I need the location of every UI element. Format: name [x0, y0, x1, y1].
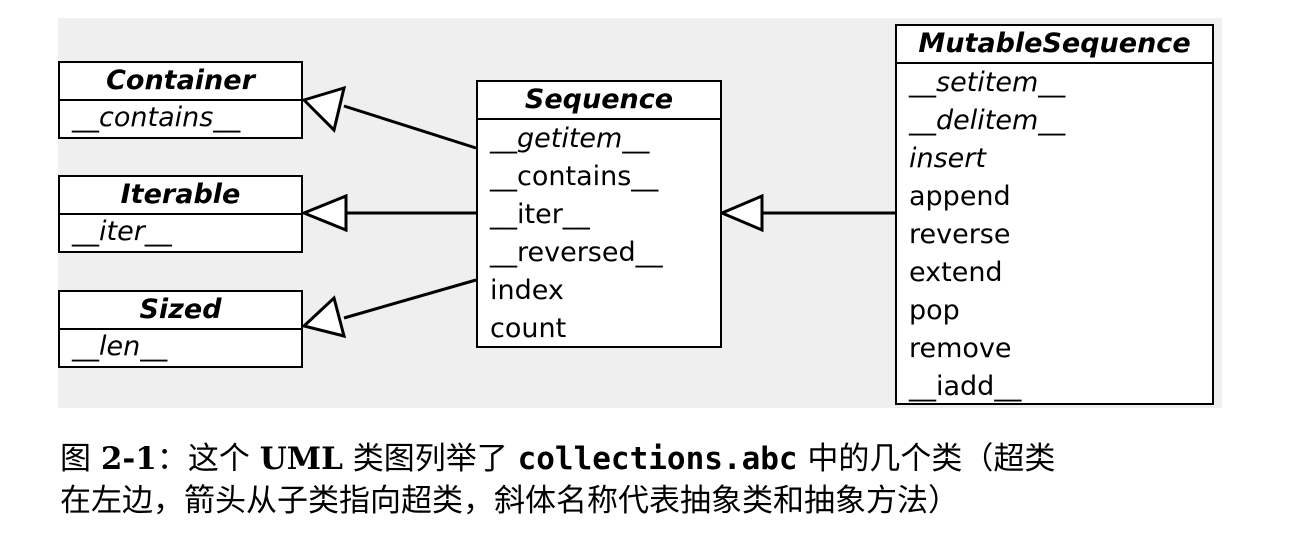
method-len: __len__ — [72, 331, 168, 362]
caption-module-name: collections.abc — [517, 441, 798, 477]
caption-colon-text: ：这个 — [156, 441, 260, 477]
class-title-sequence: Sequence — [478, 82, 720, 120]
class-box-sequence: Sequence __getitem__ __contains__ __iter… — [476, 80, 722, 348]
caption-middle: 类图列举了 — [342, 441, 518, 477]
caption-figure-number: 2-1 — [100, 441, 157, 477]
class-title-iterable: Iterable — [60, 177, 301, 215]
caption-prefix: 图 — [60, 441, 101, 477]
class-box-container: Container __contains__ — [58, 61, 303, 139]
arrow-line-sequence-container — [343, 104, 477, 150]
method-reverse: reverse — [909, 219, 1011, 250]
arrowhead-iterable — [300, 193, 348, 233]
method-reversed: __reversed__ — [490, 237, 663, 268]
method-setitem: __setitem__ — [909, 67, 1066, 98]
class-box-mutable-sequence: MutableSequence __setitem__ __delitem__ … — [895, 24, 1214, 405]
class-members-mutable-sequence: __setitem__ __delitem__ insert append re… — [897, 64, 1212, 406]
class-title-container: Container — [60, 63, 301, 101]
caption-uml: UML — [259, 441, 343, 477]
method-append: append — [909, 181, 1011, 212]
method-pop: pop — [909, 295, 960, 326]
class-members-sized: __len__ — [60, 330, 301, 364]
class-members-iterable: __iter__ — [60, 215, 301, 249]
method-iadd: __iadd__ — [909, 371, 1022, 402]
class-title-sized: Sized — [60, 292, 301, 330]
method-delitem: __delitem__ — [909, 105, 1066, 136]
method-iter: __iter__ — [490, 199, 590, 230]
class-box-sized: Sized __len__ — [58, 290, 303, 368]
class-members-container: __contains__ — [60, 101, 301, 135]
arrowhead-container — [301, 85, 347, 133]
arrow-line-sequence-sized — [343, 278, 477, 320]
arrowhead-sized — [300, 295, 347, 339]
class-box-iterable: Iterable __iter__ — [58, 175, 303, 253]
method-getitem: __getitem__ — [490, 123, 650, 154]
method-remove: remove — [909, 333, 1012, 364]
method-insert: insert — [909, 143, 986, 174]
method-contains: __contains__ — [490, 161, 659, 192]
arrowhead-sequence — [718, 193, 764, 233]
figure-caption: 图 2-1：这个 UML 类图列举了 collections.abc 中的几个类… — [60, 438, 1260, 522]
method-count: count — [490, 313, 567, 344]
method-contains: __contains__ — [72, 102, 241, 133]
caption-line-2: 在左边，箭头从子类指向超类，斜体名称代表抽象类和抽象方法） — [60, 483, 959, 519]
caption-line1-rest: 中的几个类（超类 — [797, 441, 1056, 477]
method-iter: __iter__ — [72, 216, 172, 247]
uml-diagram: Container __contains__ Iterable __iter__… — [58, 18, 1222, 408]
method-index: index — [490, 275, 564, 306]
method-extend: extend — [909, 257, 1003, 288]
caption-line-1: 图 2-1：这个 UML 类图列举了 collections.abc 中的几个类… — [60, 438, 1260, 480]
class-title-mutable-sequence: MutableSequence — [897, 26, 1212, 64]
class-members-sequence: __getitem__ __contains__ __iter__ __reve… — [478, 120, 720, 348]
